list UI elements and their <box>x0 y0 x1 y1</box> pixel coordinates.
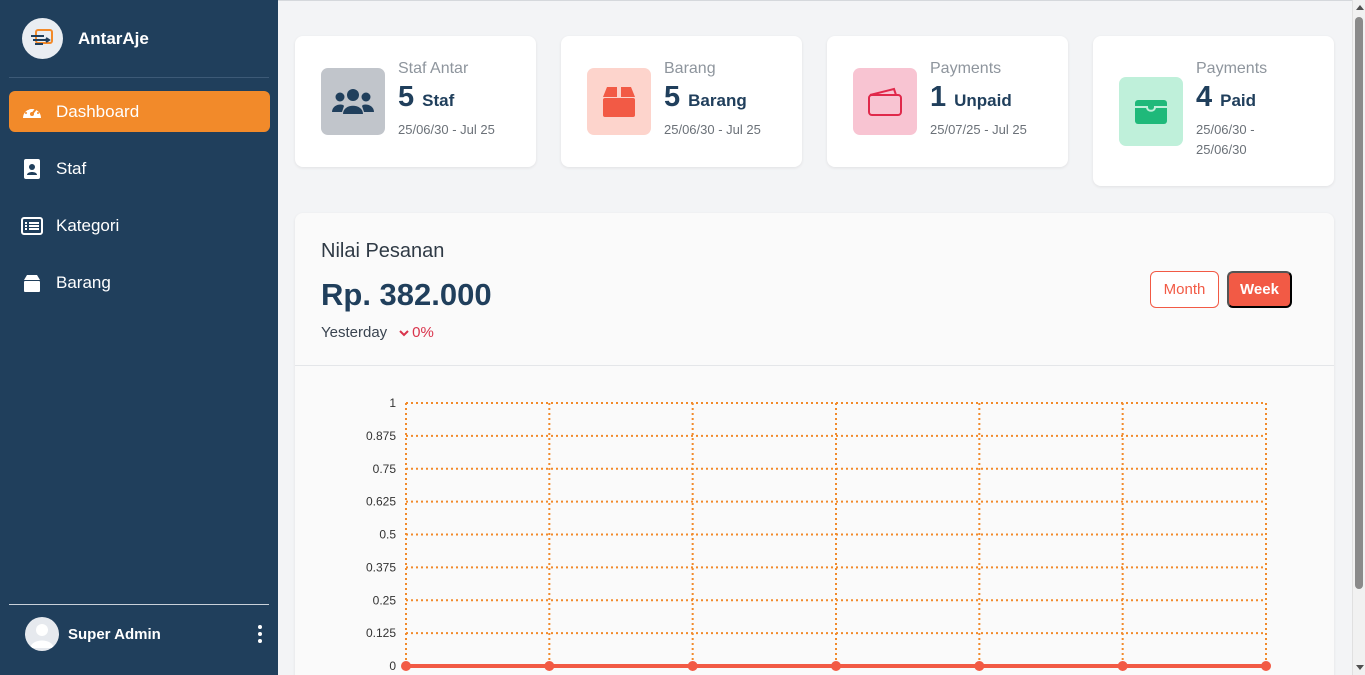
change-value: 0% <box>412 324 434 341</box>
data-point[interactable] <box>831 661 841 671</box>
wallet-open-icon <box>1119 77 1183 146</box>
card-unit: Paid <box>1220 91 1257 110</box>
scroll-down-icon[interactable] <box>1356 665 1364 670</box>
sidebar-nav: Dashboard Staf Kategori Barang <box>9 91 270 319</box>
divider <box>9 77 269 78</box>
y-tick-label: 0.875 <box>366 429 396 443</box>
logo-icon <box>22 18 63 59</box>
wallet-icon <box>853 68 917 135</box>
brand[interactable]: AntarAje <box>0 0 278 77</box>
compare-label: Yesterday <box>321 324 388 341</box>
card-unit: Unpaid <box>954 91 1012 110</box>
chart-svg: 1 0.875 0.75 0.625 0.5 0.375 0.25 0.125 0 <box>366 396 1271 673</box>
data-point[interactable] <box>1261 661 1271 671</box>
card-label: Staf Antar <box>398 60 469 77</box>
y-tick-label: 0.125 <box>366 626 396 640</box>
card-unit: Barang <box>688 91 747 110</box>
sidebar-item-dashboard[interactable]: Dashboard <box>9 91 270 132</box>
panel-title: Nilai Pesanan <box>321 240 445 262</box>
box-icon <box>21 272 43 294</box>
data-point[interactable] <box>544 661 555 671</box>
sidebar-item-label: Staf <box>56 158 87 178</box>
data-point[interactable] <box>687 661 698 671</box>
sidebar-item-label: Barang <box>56 272 111 292</box>
y-tick-label: 0 <box>389 659 396 673</box>
user-profile[interactable]: Super Admin <box>25 617 265 651</box>
card-value: 1 <box>930 81 947 113</box>
stat-card-barang: Barang 5 Barang 25/06/30 - Jul 25 <box>561 36 802 167</box>
card-date-range: 25/06/30 - 25/06/30 <box>1196 122 1255 157</box>
gauge-icon <box>21 101 43 123</box>
main-content: Staf Antar 5 Staf 25/06/30 - Jul 25 Baran… <box>278 0 1352 675</box>
change-indicator: 0% <box>399 324 434 341</box>
scrollbar[interactable] <box>1352 0 1365 675</box>
data-point[interactable] <box>974 661 985 671</box>
stat-card-unpaid: Payments 1 Unpaid 25/07/25 - Jul 25 <box>827 36 1068 167</box>
chevron-down-icon <box>399 329 409 336</box>
data-point[interactable] <box>1117 661 1128 671</box>
y-tick-label: 0.75 <box>373 462 397 476</box>
user-name: Super Admin <box>68 625 161 643</box>
card-unit: Staf <box>422 91 455 110</box>
sidebar-item-barang[interactable]: Barang <box>9 262 270 303</box>
card-label: Barang <box>664 60 716 77</box>
order-value-panel: Nilai Pesanan Rp. 382.000 Yesterday 0% M… <box>295 213 1334 675</box>
card-value: 5 <box>664 81 681 113</box>
comparison: Yesterday 0% <box>321 324 434 341</box>
app-name: AntarAje <box>78 28 149 48</box>
card-date-range: 25/06/30 - Jul 25 <box>398 122 495 137</box>
scroll-up-icon[interactable] <box>1356 5 1364 10</box>
stat-card-paid: Payments 4 Paid 25/06/30 - 25/06/30 <box>1093 36 1334 186</box>
card-label: Payments <box>930 60 1002 77</box>
id-badge-icon <box>21 158 43 180</box>
sidebar-item-staf[interactable]: Staf <box>9 148 270 189</box>
card-date-range: 25/07/25 - Jul 25 <box>930 122 1027 137</box>
card-date-range: 25/06/30 - Jul 25 <box>664 122 761 137</box>
order-value-amount: Rp. 382.000 <box>321 277 492 312</box>
card-label: Payments <box>1196 60 1268 77</box>
avatar <box>25 617 59 651</box>
y-tick-label: 0.25 <box>373 593 397 607</box>
y-tick-label: 0.375 <box>366 560 396 574</box>
stat-card-staf: Staf Antar 5 Staf 25/06/30 - Jul 25 <box>295 36 536 167</box>
scrollbar-thumb[interactable] <box>1355 17 1363 589</box>
month-button[interactable]: Month <box>1150 271 1219 308</box>
list-icon <box>21 215 43 237</box>
sidebar: AntarAje Dashboard Staf Kategori Barang … <box>0 0 278 675</box>
sidebar-item-label: Dashboard <box>56 101 140 121</box>
card-value: 5 <box>398 81 415 113</box>
sidebar-item-label: Kategori <box>56 215 120 235</box>
users-icon <box>321 68 385 135</box>
more-options-icon[interactable] <box>255 625 265 643</box>
y-tick-label: 1 <box>389 396 396 410</box>
card-value: 4 <box>1196 81 1213 113</box>
data-point[interactable] <box>401 661 411 671</box>
box-icon <box>587 68 651 135</box>
divider <box>9 604 269 605</box>
week-button[interactable]: Week <box>1227 271 1292 308</box>
y-tick-label: 0.5 <box>379 528 396 542</box>
order-value-chart: 1 0.875 0.75 0.625 0.5 0.375 0.25 0.125 0 <box>295 367 1334 675</box>
sidebar-item-kategori[interactable]: Kategori <box>9 205 270 246</box>
y-tick-label: 0.625 <box>366 495 396 509</box>
